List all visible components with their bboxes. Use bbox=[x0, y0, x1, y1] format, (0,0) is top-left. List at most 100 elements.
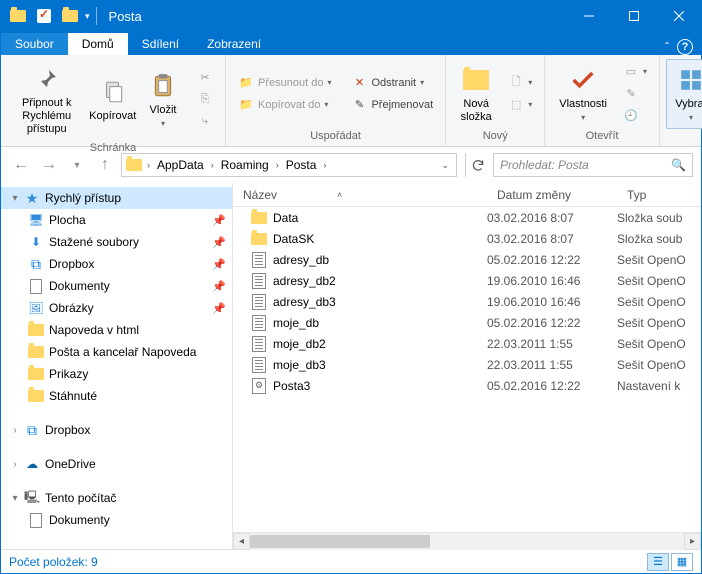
column-header-name[interactable]: Název˄ bbox=[233, 188, 487, 202]
file-date: 05.02.2016 12:22 bbox=[487, 253, 617, 267]
address-dropdown-icon[interactable]: ⌄ bbox=[438, 160, 452, 171]
help-icon[interactable]: ? bbox=[677, 39, 693, 55]
scroll-left-button[interactable]: ◂ bbox=[233, 533, 250, 550]
horizontal-scrollbar[interactable]: ◂ ▸ bbox=[233, 532, 701, 549]
file-row[interactable]: moje_db05.02.2016 12:22Sešit OpenO bbox=[233, 312, 701, 333]
column-header-type[interactable]: Typ bbox=[617, 188, 701, 202]
tree-downloads[interactable]: ⬇Stažené soubory📌 bbox=[1, 231, 232, 253]
expand-icon[interactable]: › bbox=[7, 425, 23, 436]
properties-button[interactable]: Vlastnosti▾ bbox=[551, 60, 615, 128]
up-button[interactable]: ↑ bbox=[93, 153, 117, 177]
minimize-button[interactable] bbox=[566, 1, 611, 31]
search-input[interactable]: Prohledat: Posta 🔍 bbox=[493, 153, 693, 177]
scroll-right-button[interactable]: ▸ bbox=[684, 533, 701, 550]
file-type: Sešit OpenO bbox=[617, 316, 701, 330]
folder-icon bbox=[27, 365, 45, 383]
expand-icon[interactable]: ▾ bbox=[7, 193, 23, 204]
expand-icon[interactable]: ▾ bbox=[7, 493, 23, 504]
delete-button[interactable]: ✕Odstranit ▾ bbox=[345, 73, 439, 93]
column-header-date[interactable]: Datum změny bbox=[487, 188, 617, 202]
copy-path-button[interactable]: ⎘ bbox=[191, 90, 219, 110]
tab-file[interactable]: Soubor bbox=[1, 33, 68, 55]
recent-locations-button[interactable]: ▾ bbox=[65, 153, 89, 177]
address-bar[interactable]: › AppData › Roaming › Posta › ⌄ bbox=[121, 153, 457, 177]
navigation-pane[interactable]: ▾★Rychlý přístup 🖥Plocha📌 ⬇Stažené soubo… bbox=[1, 183, 233, 549]
chevron-right-icon[interactable]: › bbox=[144, 160, 153, 170]
tree-documents[interactable]: Dokumenty📌 bbox=[1, 275, 232, 297]
file-row[interactable]: Data03.02.2016 8:07Složka soub bbox=[233, 207, 701, 228]
breadcrumb-seg[interactable]: AppData bbox=[155, 158, 206, 172]
large-icons-view-button[interactable]: ▦ bbox=[671, 553, 693, 571]
rename-button[interactable]: ✎Přejmenovat bbox=[345, 95, 439, 115]
chevron-right-icon[interactable]: › bbox=[273, 160, 282, 170]
file-type: Sešit OpenO bbox=[617, 253, 701, 267]
breadcrumb-seg[interactable]: Roaming bbox=[219, 158, 271, 172]
tree-onedrive[interactable]: ›☁OneDrive bbox=[1, 453, 232, 475]
paste-shortcut-button[interactable]: ⤷ bbox=[191, 112, 219, 132]
easy-access-button[interactable]: ⬚▾ bbox=[502, 95, 538, 115]
copy-button[interactable]: Kopírovat bbox=[88, 72, 137, 127]
cut-button[interactable]: ✂ bbox=[191, 68, 219, 88]
tree-stahnute[interactable]: Stáhnuté bbox=[1, 385, 232, 407]
tree-pictures[interactable]: 🖼Obrázky📌 bbox=[1, 297, 232, 319]
tree-dropbox[interactable]: ⧉Dropbox📌 bbox=[1, 253, 232, 275]
expand-icon[interactable]: › bbox=[7, 459, 23, 470]
file-row[interactable]: adresy_db05.02.2016 12:22Sešit OpenO bbox=[233, 249, 701, 270]
new-folder-button[interactable]: Nová složka bbox=[452, 60, 500, 128]
file-type: Sešit OpenO bbox=[617, 295, 701, 309]
tree-posta-napoveda[interactable]: Pošta a kancelař Napoveda bbox=[1, 341, 232, 363]
pin-icon: 📌 bbox=[212, 236, 226, 249]
breadcrumb-seg[interactable]: Posta bbox=[284, 158, 319, 172]
forward-button[interactable]: → bbox=[37, 153, 61, 177]
chevron-right-icon[interactable]: › bbox=[320, 160, 329, 170]
file-row[interactable]: adresy_db219.06.2010 16:46Sešit OpenO bbox=[233, 270, 701, 291]
collapse-ribbon-icon[interactable]: ˆ bbox=[665, 40, 669, 54]
pin-to-quick-access-button[interactable]: Připnout k Rychlému přístupu bbox=[7, 59, 86, 140]
tree-desktop[interactable]: 🖥Plocha📌 bbox=[1, 209, 232, 231]
maximize-button[interactable] bbox=[611, 1, 656, 31]
file-row[interactable]: moje_db222.03.2011 1:55Sešit OpenO bbox=[233, 333, 701, 354]
tree-napoveda[interactable]: Napoveda v html bbox=[1, 319, 232, 341]
file-name: DataSK bbox=[273, 232, 314, 246]
file-row[interactable]: DataSK03.02.2016 8:07Složka soub bbox=[233, 228, 701, 249]
tree-prikazy[interactable]: Prikazy bbox=[1, 363, 232, 385]
open-icon: ▭ bbox=[623, 64, 639, 80]
file-list[interactable]: Data03.02.2016 8:07Složka soub DataSK 03.0… bbox=[233, 207, 701, 532]
properties-qat-icon[interactable] bbox=[33, 5, 55, 27]
back-button[interactable]: ← bbox=[9, 153, 33, 177]
file-name: moje_db2 bbox=[273, 337, 326, 351]
tree-quick-access[interactable]: ▾★Rychlý přístup bbox=[1, 187, 232, 209]
documents-icon bbox=[27, 511, 45, 529]
close-button[interactable] bbox=[656, 1, 701, 31]
tab-home[interactable]: Domů bbox=[68, 33, 128, 55]
tree-this-pc[interactable]: ▾🖳Tento počítač bbox=[1, 487, 232, 509]
group-label-open: Otevřít bbox=[545, 128, 659, 146]
scroll-track[interactable] bbox=[250, 533, 684, 550]
details-view-button[interactable]: ☰ bbox=[647, 553, 669, 571]
select-button[interactable]: Vybrat▾ bbox=[666, 59, 702, 129]
file-row[interactable]: moje_db322.03.2011 1:55Sešit OpenO bbox=[233, 354, 701, 375]
tree-documents2[interactable]: Dokumenty bbox=[1, 509, 232, 531]
copy-icon bbox=[97, 76, 129, 108]
edit-button[interactable]: ✎ bbox=[617, 84, 653, 104]
pin-icon: 📌 bbox=[212, 214, 226, 227]
folder-icon[interactable] bbox=[59, 5, 81, 27]
scroll-thumb[interactable] bbox=[250, 535, 430, 548]
move-to-button[interactable]: 📁Přesunout do ▾ bbox=[232, 73, 337, 93]
copy-to-button[interactable]: 📁Kopírovat do ▾ bbox=[232, 95, 337, 115]
paste-button[interactable]: Vložit ▾ bbox=[139, 66, 187, 134]
folder-icon[interactable] bbox=[7, 5, 29, 27]
chevron-right-icon[interactable]: › bbox=[208, 160, 217, 170]
file-row[interactable]: adresy_db319.06.2010 16:46Sešit OpenO bbox=[233, 291, 701, 312]
shortcut-icon: ⤷ bbox=[197, 114, 213, 130]
tab-share[interactable]: Sdílení bbox=[128, 33, 193, 55]
history-button[interactable]: 🕘 bbox=[617, 106, 653, 126]
qat-dropdown-icon[interactable]: ▾ bbox=[85, 11, 90, 22]
open-button[interactable]: ▭▾ bbox=[617, 62, 653, 82]
file-date: 03.02.2016 8:07 bbox=[487, 232, 617, 246]
new-item-button[interactable]: 🗋▾ bbox=[502, 73, 538, 93]
refresh-button[interactable] bbox=[465, 153, 489, 177]
file-row[interactable]: ⚙Posta305.02.2016 12:22Nastavení k bbox=[233, 375, 701, 396]
tree-dropbox-root[interactable]: ›⧉Dropbox bbox=[1, 419, 232, 441]
tab-view[interactable]: Zobrazení bbox=[193, 33, 275, 55]
